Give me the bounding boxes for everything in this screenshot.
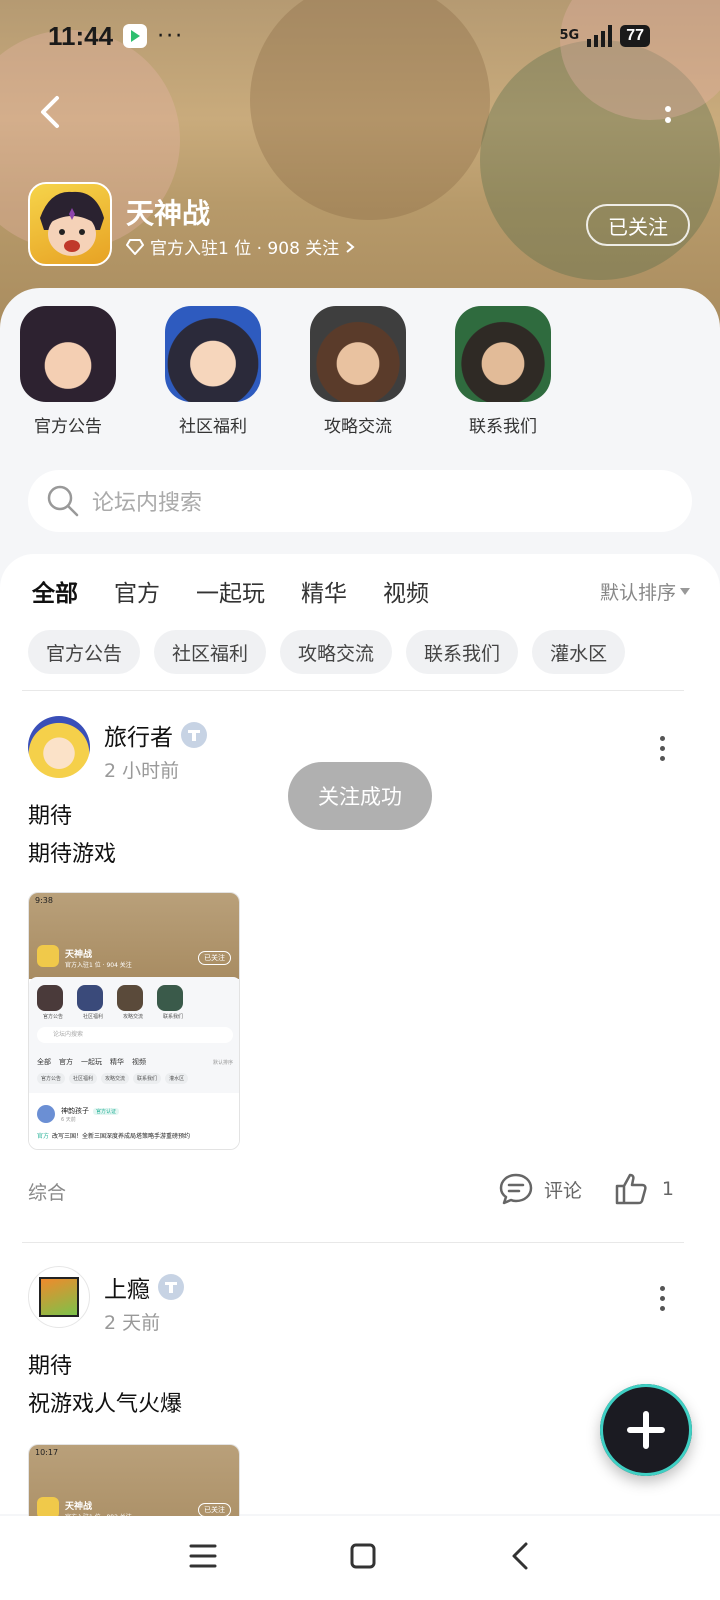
category-chips: 官方公告 社区福利 攻略交流 联系我们 灌水区 bbox=[28, 630, 626, 674]
comment-label: 评论 bbox=[543, 1179, 582, 1202]
post-more-icon[interactable] bbox=[660, 1286, 668, 1311]
game-title: 天神战 bbox=[126, 197, 211, 230]
author-name-row[interactable]: 上瘾 bbox=[104, 1270, 184, 1304]
system-nav-bar bbox=[0, 1516, 720, 1600]
create-post-button[interactable] bbox=[600, 1384, 692, 1476]
thumbs-up-icon bbox=[615, 1173, 647, 1205]
post-time: 2 小时前 bbox=[104, 760, 180, 782]
battery-level: 77 bbox=[620, 25, 650, 47]
post-title: 期待 bbox=[28, 1354, 73, 1379]
user-level-badge-icon bbox=[158, 1274, 184, 1300]
quick-link-contact[interactable]: 联系我们 bbox=[455, 306, 600, 437]
network-type: 5G bbox=[559, 28, 580, 43]
like-button[interactable]: 1 bbox=[614, 1172, 674, 1206]
signal-icon bbox=[587, 25, 613, 47]
quick-link-label: 攻略交流 bbox=[324, 417, 392, 437]
forum-sheet: 官方公告 社区福利 攻略交流 联系我们 论坛内搜索 全部 官方 一起玩 精华 视… bbox=[0, 288, 720, 1546]
like-count: 1 bbox=[661, 1178, 674, 1200]
chip-contact[interactable]: 联系我们 bbox=[406, 630, 519, 674]
quick-link-strategy[interactable]: 攻略交流 bbox=[310, 306, 455, 437]
comment-icon bbox=[499, 1173, 533, 1205]
author-name-row[interactable]: 旅行者 bbox=[104, 718, 207, 752]
post-feed: 全部 官方 一起玩 精华 视频 默认排序 官方公告 社区福利 攻略交流 联系我们… bbox=[0, 554, 720, 1546]
tab-video[interactable]: 视频 bbox=[383, 574, 429, 608]
author-name: 上瘾 bbox=[104, 1277, 150, 1303]
tab-all[interactable]: 全部 bbox=[32, 574, 78, 610]
thumb-follow: 已关注 bbox=[198, 1503, 231, 1517]
hero-portrait-icon bbox=[455, 306, 551, 402]
tab-featured[interactable]: 精华 bbox=[301, 574, 347, 608]
post-image[interactable]: 9:38 天神战 官方入驻1 位 · 904 关注 已关注 官方公告 社区福利 … bbox=[28, 892, 240, 1150]
post-body: 祝游戏人气火爆 bbox=[28, 1392, 183, 1417]
quick-link-label: 官方公告 bbox=[34, 417, 102, 437]
game-meta-text: 官方入驻1 位 · 908 关注 bbox=[150, 239, 340, 259]
post-category[interactable]: 综合 bbox=[28, 1178, 66, 1205]
status-time: 11:44 bbox=[48, 20, 114, 51]
tab-play-together[interactable]: 一起玩 bbox=[196, 574, 265, 608]
app-notification-icon bbox=[123, 24, 148, 48]
follow-button[interactable]: 已关注 bbox=[586, 204, 690, 246]
divider bbox=[22, 690, 684, 691]
author-name: 旅行者 bbox=[104, 725, 173, 751]
thumb-time: 9:38 bbox=[35, 896, 53, 905]
more-notifications-icon: ··· bbox=[157, 23, 185, 49]
search-icon bbox=[47, 485, 79, 517]
quick-link-welfare[interactable]: 社区福利 bbox=[165, 306, 310, 437]
caret-down-icon bbox=[680, 587, 690, 595]
chip-chat[interactable]: 灌水区 bbox=[532, 630, 626, 674]
thumb-follow: 已关注 bbox=[198, 951, 231, 965]
thumb-title: 天神战 bbox=[65, 950, 93, 960]
more-options-button[interactable] bbox=[656, 96, 680, 132]
quick-links: 官方公告 社区福利 攻略交流 联系我们 bbox=[20, 306, 600, 437]
quick-link-label: 社区福利 bbox=[179, 417, 247, 437]
chip-strategy[interactable]: 攻略交流 bbox=[280, 630, 393, 674]
comment-button[interactable]: 评论 bbox=[498, 1172, 582, 1206]
post-time: 2 天前 bbox=[104, 1312, 161, 1334]
toast-message: 关注成功 bbox=[288, 762, 432, 830]
search-placeholder: 论坛内搜索 bbox=[92, 491, 203, 516]
sort-dropdown[interactable]: 默认排序 bbox=[600, 578, 690, 605]
hero-portrait-icon bbox=[310, 306, 406, 402]
back-nav-icon[interactable] bbox=[508, 1541, 532, 1575]
status-bar: 11:44 ··· 5G 77 bbox=[48, 18, 650, 54]
chevron-right-icon bbox=[346, 240, 355, 253]
quick-link-announcement[interactable]: 官方公告 bbox=[20, 306, 165, 437]
game-avatar bbox=[28, 182, 112, 266]
thumb-time: 10:17 bbox=[35, 1448, 59, 1457]
diamond-heart-icon bbox=[126, 238, 144, 255]
avatar[interactable] bbox=[28, 1266, 90, 1328]
hero-portrait-icon bbox=[20, 306, 116, 402]
plus-icon bbox=[627, 1411, 665, 1449]
tab-official[interactable]: 官方 bbox=[114, 574, 160, 608]
post-more-icon[interactable] bbox=[660, 736, 668, 761]
chip-announcement[interactable]: 官方公告 bbox=[28, 630, 141, 674]
forum-search[interactable]: 论坛内搜索 bbox=[28, 470, 692, 532]
avatar[interactable] bbox=[28, 716, 90, 778]
quick-link-label: 联系我们 bbox=[469, 417, 537, 437]
game-meta[interactable]: 官方入驻1 位 · 908 关注 bbox=[126, 234, 355, 259]
user-level-badge-icon bbox=[181, 722, 207, 748]
menu-nav-icon[interactable] bbox=[188, 1542, 218, 1574]
thumb-meta: 官方入驻1 位 · 904 关注 bbox=[65, 962, 132, 969]
home-nav-icon[interactable] bbox=[348, 1541, 378, 1575]
chip-welfare[interactable]: 社区福利 bbox=[154, 630, 267, 674]
sort-label: 默认排序 bbox=[599, 582, 676, 604]
divider bbox=[22, 1242, 684, 1243]
post-body: 期待游戏 bbox=[28, 842, 117, 867]
feed-tabs: 全部 官方 一起玩 精华 视频 bbox=[32, 574, 429, 610]
thumb-title: 天神战 bbox=[65, 1502, 93, 1512]
hero-portrait-icon bbox=[165, 306, 261, 402]
back-button[interactable] bbox=[30, 92, 70, 132]
post-title: 期待 bbox=[28, 804, 73, 829]
